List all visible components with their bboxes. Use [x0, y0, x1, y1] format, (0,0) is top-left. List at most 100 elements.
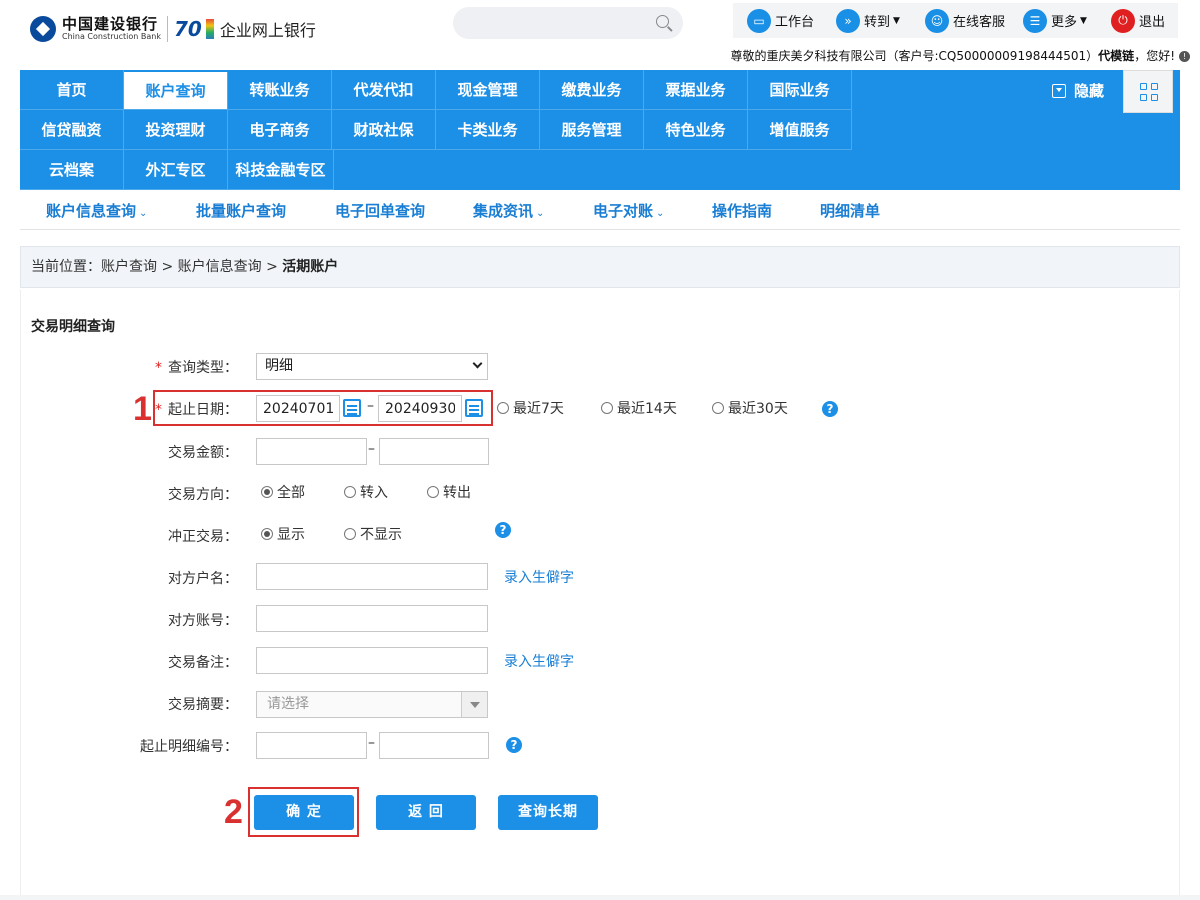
- detail-number-start-input[interactable]: [256, 732, 367, 759]
- breadcrumb-current: 活期账户: [282, 259, 339, 275]
- subnav-e-reconciliation[interactable]: 电子对账 ⌄: [593, 200, 664, 221]
- amount-max-input[interactable]: [379, 438, 489, 465]
- amount-label: 交易金额：: [168, 445, 238, 461]
- direction-option-label: 全部: [277, 485, 305, 501]
- power-icon: ⏻: [1111, 8, 1135, 33]
- range-14-days-radio[interactable]: 最近14天: [601, 398, 677, 418]
- nav-item-cloud-archive[interactable]: 云档案: [20, 150, 124, 190]
- info-icon[interactable]: !: [1179, 51, 1190, 62]
- nav-item-home[interactable]: 首页: [20, 70, 124, 110]
- radio-icon: [261, 528, 273, 540]
- counterparty-account-input[interactable]: [256, 605, 488, 632]
- subnav-integrated-info[interactable]: 集成资讯 ⌄: [473, 200, 544, 221]
- query-type-select[interactable]: 明细: [256, 353, 488, 380]
- nav-item-service-management[interactable]: 服务管理: [540, 110, 644, 150]
- sub-nav: 账户信息查询 ⌄ 批量账户查询 电子回单查询 集成资讯 ⌄ 电子对账 ⌄ 操作指南 明…: [20, 190, 1180, 230]
- forward-icon: »: [836, 8, 860, 33]
- collapse-icon: [1052, 83, 1066, 98]
- subnav-label: 明细清单: [820, 202, 881, 220]
- online-service-label: 在线客服: [953, 15, 1006, 30]
- more-label: 更多: [1051, 15, 1078, 30]
- remark-input[interactable]: [256, 647, 488, 674]
- subnav-guide[interactable]: 操作指南: [712, 200, 772, 221]
- list-icon: ☰: [1023, 8, 1047, 33]
- nav-item-value-added[interactable]: 增值服务: [748, 110, 852, 150]
- nav-item-credit[interactable]: 信贷融资: [20, 110, 124, 150]
- nav-item-finance-social[interactable]: 财政社保: [332, 110, 436, 150]
- dropdown-arrow-icon[interactable]: [461, 692, 487, 717]
- nav-item-transfer[interactable]: 转账业务: [228, 70, 332, 110]
- top-toolbar: ▭ 工作台 » 转到 ▼ ☺ 在线客服 ☰ 更多 ▼ ⏻ 退出: [733, 3, 1178, 38]
- search-icon[interactable]: [656, 15, 669, 28]
- nav-item-notes[interactable]: 票据业务: [644, 70, 748, 110]
- hide-label: 隐藏: [1074, 82, 1105, 100]
- nav-item-ecommerce[interactable]: 电子商务: [228, 110, 332, 150]
- detail-number-separator: –: [368, 735, 375, 751]
- nav-item-account-query[interactable]: 账户查询: [124, 72, 228, 110]
- welcome-prefix: 尊敬的重庆美夕科技有限公司（客户号:CQ50000009198444501）: [730, 49, 1099, 63]
- radio-icon: [712, 402, 724, 414]
- workbench-button[interactable]: ▭ 工作台: [747, 8, 814, 33]
- nav-item-cash-management[interactable]: 现金管理: [436, 70, 540, 110]
- help-icon[interactable]: ?: [822, 401, 838, 417]
- direction-out-radio[interactable]: 转出: [427, 482, 471, 502]
- search-box: [453, 7, 683, 39]
- nav-item-international[interactable]: 国际业务: [748, 70, 852, 110]
- reversal-hide-radio[interactable]: 不显示: [344, 524, 402, 544]
- nav-item-card[interactable]: 卡类业务: [436, 110, 540, 150]
- radio-icon: [344, 486, 356, 498]
- subnav-detail-list[interactable]: 明细清单: [820, 200, 880, 221]
- direction-in-radio[interactable]: 转入: [344, 482, 388, 502]
- range-30-days-radio[interactable]: 最近30天: [712, 398, 788, 418]
- logout-button[interactable]: ⏻ 退出: [1111, 8, 1166, 33]
- subnav-account-info[interactable]: 账户信息查询 ⌄: [46, 200, 147, 221]
- goto-button[interactable]: » 转到 ▼: [836, 8, 900, 33]
- counterparty-name-input[interactable]: [256, 563, 488, 590]
- user-icon: ☺: [925, 8, 949, 33]
- monitor-icon: ▭: [747, 8, 771, 33]
- subnav-e-receipt[interactable]: 电子回单查询: [335, 200, 425, 221]
- online-service-button[interactable]: ☺ 在线客服: [925, 8, 1006, 33]
- remark-label: 交易备注：: [168, 655, 238, 671]
- nav-item-forex[interactable]: 外汇专区: [124, 150, 228, 190]
- back-button[interactable]: 返 回: [376, 795, 476, 830]
- rare-char-link[interactable]: 录入生僻字: [504, 567, 574, 587]
- range-7-days-radio[interactable]: 最近7天: [497, 398, 564, 418]
- nav-item-tech-finance[interactable]: 科技金融专区: [228, 150, 334, 190]
- nav-item-payroll[interactable]: 代发代扣: [332, 70, 436, 110]
- search-input[interactable]: [453, 7, 643, 39]
- counterparty-name-label: 对方户名：: [168, 571, 238, 587]
- amount-separator: –: [368, 441, 375, 457]
- bank-logo[interactable]: 中国建设银行 China Construction Bank 70 企业网上银行: [30, 16, 316, 42]
- detail-number-label: 起止明细编号：: [140, 739, 238, 755]
- summary-combobox[interactable]: 请选择: [256, 691, 488, 718]
- breadcrumb-path: 当前位置：账户查询 > 账户信息查询 >: [31, 259, 283, 275]
- content-area: [20, 290, 1180, 895]
- rare-char-link[interactable]: 录入生僻字: [504, 651, 574, 671]
- breadcrumb: 当前位置：账户查询 > 账户信息查询 > 活期账户: [20, 246, 1180, 288]
- chevron-down-icon: ⌄: [536, 208, 545, 219]
- direction-all-radio[interactable]: 全部: [261, 482, 305, 502]
- amount-min-input[interactable]: [256, 438, 367, 465]
- hide-nav-button[interactable]: 隐藏: [1052, 80, 1104, 101]
- reversal-option-label: 显示: [277, 527, 305, 543]
- nav-item-bill-payment[interactable]: 缴费业务: [540, 70, 644, 110]
- long-term-query-button[interactable]: 查询长期: [498, 795, 598, 830]
- logout-label: 退出: [1139, 15, 1166, 30]
- nav-item-featured[interactable]: 特色业务: [644, 110, 748, 150]
- chevron-down-icon: ⌄: [656, 208, 665, 219]
- caret-down-icon: ▼: [1080, 15, 1087, 26]
- subnav-label: 账户信息查询: [46, 202, 137, 220]
- subnav-label: 批量账户查询: [196, 202, 287, 220]
- subnav-batch-account[interactable]: 批量账户查询: [196, 200, 286, 221]
- app-grid-button[interactable]: [1123, 70, 1173, 113]
- subnav-label: 电子对账: [593, 202, 654, 220]
- detail-number-end-input[interactable]: [379, 732, 489, 759]
- nav-item-investment[interactable]: 投资理财: [124, 110, 228, 150]
- reversal-show-radio[interactable]: 显示: [261, 524, 305, 544]
- help-icon[interactable]: ?: [495, 522, 511, 538]
- help-icon[interactable]: ?: [506, 737, 522, 753]
- more-button[interactable]: ☰ 更多 ▼: [1023, 8, 1087, 33]
- welcome-suffix: ，您好!: [1134, 49, 1175, 63]
- required-mark: *: [155, 360, 162, 376]
